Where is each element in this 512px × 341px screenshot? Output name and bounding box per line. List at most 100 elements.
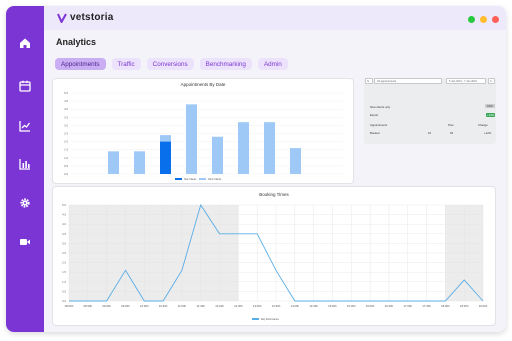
tab-appointments[interactable]: Appointments (55, 58, 106, 70)
line-x-tick-label: 16:00h (366, 304, 375, 308)
video-icon[interactable] (18, 235, 32, 249)
line-x-tick-label: 17:30h (422, 304, 431, 308)
window-control-yellow[interactable] (480, 16, 487, 23)
bar-y-tick-label: 2.0 (64, 140, 68, 144)
bar-y-tick-label: 1.0 (64, 156, 68, 160)
app-name: vetstoria (70, 12, 114, 23)
line-x-tick-label: 18:30h (460, 304, 469, 308)
window-control-red[interactable] (492, 16, 499, 23)
line-y-tick-label: 1.0 (62, 280, 66, 284)
bar-y-tick-label: 3.5 (64, 115, 68, 119)
bar-y-tick-label: 0.5 (64, 164, 68, 168)
booking-times-card: Booking Times 0.0 0.5 1.0 1.5 2.0 2.5 3.0 3.5 4.… (52, 186, 496, 326)
line-x-tick-label: 14:00h (291, 304, 300, 308)
app-window: vetstoria Analytics Appointments Traffic… (6, 6, 506, 332)
logo: vetstoria (57, 12, 114, 23)
line-y-tick-label: 0.5 (62, 289, 66, 293)
line-x-tick-label: 09:30h (121, 304, 130, 308)
tab-admin[interactable]: Admin (257, 58, 288, 70)
legend-label-day-performance: Day Performance (261, 318, 280, 321)
date-range-select[interactable]: 5 Jan 2021 - 7 Jan 2021 (446, 78, 486, 84)
line-y-tick-label: 5.0 (62, 203, 66, 207)
line-y-tick-label: 3.0 (62, 241, 66, 245)
bar-y-tick-label: 0.0 (64, 172, 68, 176)
tab-bar: Appointments Traffic Conversions Benchma… (55, 58, 288, 70)
line-x-tick-label: 08:30h (84, 304, 93, 308)
line-x-tick-label: 10:00h (140, 304, 149, 308)
line-y-tick-label: 4.5 (62, 213, 66, 217)
page-title: Analytics (56, 37, 97, 47)
bar-y-tick-label: 1.5 (64, 148, 68, 152)
line-x-tick-label: 13:30h (272, 304, 281, 308)
line-y-tick-label: 0.0 (62, 299, 66, 303)
bar-new-clients (160, 141, 171, 174)
bar-chart-icon[interactable] (18, 157, 32, 171)
bar-y-tick-label: 4.0 (64, 107, 68, 111)
refresh-icon[interactable]: ↻ (488, 78, 495, 84)
line-x-tick-label: 14:30h (309, 304, 318, 308)
line-x-tick-label: 15:30h (347, 304, 356, 308)
bar-y-tick-label: 5.0 (64, 91, 68, 95)
sidebar (6, 6, 44, 332)
status-badge: +10% (486, 113, 496, 117)
legend-swatch-day-performance (252, 318, 259, 320)
tab-conversions[interactable]: Conversions (146, 58, 194, 70)
filter-panel: ⇅ All appointments 5 Jan 2021 - 7 Jan 20… (364, 78, 496, 144)
vetstoria-logo-icon (57, 13, 67, 23)
row-value-current: 16 (428, 131, 432, 135)
tab-traffic[interactable]: Traffic (111, 58, 141, 70)
line-x-tick-label: 13:00h (253, 304, 262, 308)
home-icon[interactable] (18, 36, 32, 50)
appointments-by-date-card: Appointments By Date 0.0 0.5 1.0 1.5 2.0 2.5 3… (52, 78, 354, 184)
bar-clinic-clients (238, 122, 249, 174)
bar-clinic-clients (108, 151, 119, 174)
appointments-select[interactable]: All appointments (374, 78, 442, 84)
bar-clinic-clients (290, 148, 301, 174)
line-y-tick-label: 1.5 (62, 270, 66, 274)
bar-clinic-clients (134, 151, 145, 174)
col-header-prev: Prev (448, 123, 454, 127)
line-x-tick-label: 08:00h (65, 304, 74, 308)
row-value-prev: 18 (450, 131, 454, 135)
export-label: Export (370, 113, 379, 117)
export-csv-button[interactable]: CSV (485, 104, 495, 108)
trend-chart-icon[interactable] (18, 119, 32, 133)
row-value-change: +12% (484, 131, 492, 135)
col-header-change: Change (478, 123, 488, 127)
gear-icon[interactable] (18, 196, 32, 210)
line-y-tick-label: 4.0 (62, 222, 66, 226)
window-control-green[interactable] (468, 16, 475, 23)
bar-chart: 0.0 0.5 1.0 1.5 2.0 2.5 3.0 3.5 4.0 4.5 5.0 New Cli… (64, 91, 343, 181)
line-x-tick-label: 11:30h (197, 304, 206, 308)
top-bar: vetstoria (44, 6, 506, 30)
line-x-tick-label: 10:30h (159, 304, 168, 308)
line-x-tick-label: 18:00h (441, 304, 450, 308)
line-x-tick-label: 16:30h (385, 304, 394, 308)
tab-benchmarking[interactable]: Benchmarking (199, 58, 252, 70)
line-y-tick-label: 2.5 (62, 251, 66, 255)
col-header-appointments: Appointments (370, 123, 388, 127)
line-x-tick-label: 17:00h (403, 304, 412, 308)
filter-icon[interactable]: ⇅ (365, 78, 373, 84)
legend-swatch-new-clients (175, 178, 182, 180)
bar-clinic-clients (264, 122, 275, 174)
legend-label-new-clients: New Clients (184, 178, 197, 181)
row-label-booked: Booked (370, 131, 380, 135)
line-x-tick-label: 15:00h (328, 304, 337, 308)
line-chart: 0.0 0.5 1.0 1.5 2.0 2.5 3.0 3.5 4.0 4.5 5.0 08:00h 0… (62, 203, 488, 321)
legend-label-clinic-clients: Clinic Clients (208, 178, 222, 181)
bar-clinic-clients (212, 136, 223, 174)
bar-y-tick-label: 3.0 (64, 123, 68, 127)
line-x-tick-label: 12:30h (234, 304, 243, 308)
bar-y-tick-label: 4.5 (64, 99, 68, 103)
legend-swatch-clinic-clients (199, 178, 206, 180)
new-clients-label: New clients only (370, 105, 391, 109)
line-y-tick-label: 2.0 (62, 261, 66, 265)
line-x-tick-label: 11:00h (178, 304, 187, 308)
line-y-tick-label: 3.5 (62, 232, 66, 236)
line-x-tick-label: 19:00h (479, 304, 488, 308)
calendar-icon[interactable] (18, 79, 32, 93)
line-x-tick-label: 09:00h (102, 304, 111, 308)
bar-y-tick-label: 2.5 (64, 132, 68, 136)
line-x-tick-label: 12:00h (215, 304, 224, 308)
